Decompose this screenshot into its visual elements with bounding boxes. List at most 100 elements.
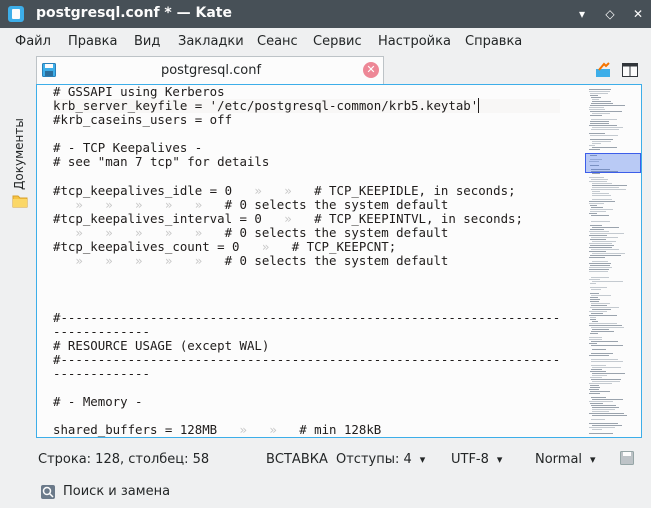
code-line[interactable]: ------------- (53, 366, 560, 381)
tab-marker: » (261, 210, 315, 226)
title-bar[interactable]: postgresql.conf * — Kate ▾ ◇ ✕ (0, 0, 651, 28)
menu-settings[interactable]: Настройка (378, 34, 451, 49)
code-line[interactable]: » » » » » # 0 selects the system default (53, 254, 560, 268)
code-line[interactable]: #---------------------------------------… (53, 310, 560, 325)
code-line[interactable]: #tcp_keepalives_interval = 0 » # TCP_KEE… (53, 210, 560, 226)
code-segment: # - Memory - (53, 394, 143, 410)
code-segment: # TCP_KEEPIDLE, in seconds; (314, 182, 516, 198)
tab-bar: postgresql.conf ✕ (36, 56, 651, 84)
encoding-dropdown[interactable]: UTF-8 ▾ (451, 452, 502, 467)
minimap-line (592, 373, 625, 374)
code-line[interactable]: #---------------------------------------… (53, 352, 560, 367)
code-line[interactable]: » » » » » # 0 selects the system default (53, 197, 560, 212)
menu-help[interactable]: Справка (465, 34, 522, 49)
input-mode[interactable]: ВСТАВКА (266, 452, 328, 467)
code-line-text: #tcp_keepalives_idle = 0 » » # TCP_KEEPI… (53, 183, 516, 198)
minimap-line (589, 325, 622, 326)
code-line[interactable]: # see "man 7 tcp" for details (53, 155, 560, 169)
menu-bookmarks[interactable]: Закладки (178, 34, 244, 49)
minimap-line (591, 179, 608, 180)
tab-marker: » » » » » (53, 253, 225, 269)
code-line-text: #tcp_keepalives_count = 0 » # TCP_KEEPCN… (53, 239, 396, 254)
code-line[interactable] (53, 409, 560, 423)
close-tab-icon[interactable]: ✕ (363, 62, 379, 78)
kate-app-icon[interactable] (8, 6, 24, 22)
code-line[interactable]: # RESOURCE USAGE (except WAL) (53, 337, 560, 353)
code-segment: #tcp_keepalives_idle = 0 (53, 182, 233, 198)
code-segment: ------------- (53, 323, 150, 339)
code-line[interactable]: #krb_caseins_users = off (53, 113, 560, 127)
menu-tools[interactable]: Сервис (313, 34, 362, 49)
minimap-line (589, 393, 600, 394)
chevron-down-icon: ▾ (590, 453, 596, 466)
tab-postgresql-conf[interactable]: postgresql.conf ✕ (36, 56, 384, 84)
minimap-line (590, 265, 610, 266)
code-line-text: shared_buffers = 128MB » » # min 128kB (53, 422, 381, 437)
minimap-line (592, 415, 627, 416)
menu-edit[interactable]: Правка (68, 34, 117, 49)
minimap-line (592, 147, 617, 148)
chevron-down-icon: ▾ (419, 453, 426, 466)
minimap-line (590, 245, 614, 246)
minimap-line (590, 385, 599, 386)
code-line[interactable]: » » » » » # 0 selects the system default (53, 224, 560, 240)
menu-file[interactable]: Файл (15, 34, 51, 49)
code-editor[interactable]: # GSSAPI using Kerberos krb_server_keyfil… (36, 84, 642, 438)
code-segment: # RESOURCE USAGE (except WAL) (53, 337, 270, 353)
highlight-label: Normal (535, 452, 583, 467)
menu-view[interactable]: Вид (134, 34, 160, 49)
minimap-line (592, 193, 609, 194)
code-segment: # GSSAPI using Kerberos (53, 84, 225, 99)
search-replace-button[interactable]: Поиск и замена (63, 484, 170, 499)
minimap-viewport[interactable] (585, 153, 641, 173)
minimap-line (589, 423, 618, 424)
indent-dropdown[interactable]: Отступы: 4 ▾ (336, 452, 425, 467)
menu-session[interactable]: Сеанс (257, 34, 298, 49)
code-line[interactable]: #tcp_keepalives_count = 0 » # TCP_KEEPCN… (53, 239, 560, 254)
code-line[interactable] (53, 127, 560, 141)
minimap-line (589, 337, 602, 338)
highlight-dropdown[interactable]: Normal ▾ (535, 452, 596, 467)
code-line[interactable]: # - TCP Keepalives - (53, 141, 560, 155)
minimap-line (590, 333, 598, 334)
code-segment: #krb_caseins_users = off (53, 112, 233, 128)
split-view-icon[interactable] (621, 61, 639, 79)
minimap-line (592, 173, 600, 174)
minimize-icon[interactable]: ▾ (575, 7, 589, 21)
minimap-line (591, 313, 603, 314)
code-line[interactable]: # - Memory - (53, 395, 560, 409)
code-line[interactable] (53, 268, 560, 282)
code-line[interactable]: » » » » » # (change requires restart) (75, 437, 426, 438)
code-line[interactable]: ------------- (53, 323, 560, 339)
minimap-line (590, 211, 606, 212)
code-line[interactable]: # GSSAPI using Kerberos (53, 85, 560, 99)
code-line[interactable] (53, 282, 560, 296)
documents-tab[interactable]: Документы (12, 118, 28, 190)
minimap[interactable] (585, 85, 641, 438)
cursor-position[interactable]: Строка: 128, столбец: 58 (38, 452, 209, 467)
code-line[interactable]: shared_buffers = 128MB » » # min 128kB (53, 423, 560, 437)
folder-icon[interactable] (12, 194, 28, 208)
minimap-line (589, 91, 610, 92)
code-text[interactable]: # GSSAPI using Kerberos krb_server_keyfil… (53, 85, 561, 438)
code-segment: # min 128kB (299, 422, 382, 438)
minimap-line (592, 185, 627, 186)
code-line[interactable]: krb_server_keyfile = '/etc/postgresql-co… (53, 98, 561, 114)
minimap-line (592, 399, 623, 400)
tab-marker: » » » » » (53, 224, 225, 240)
minimap-line (590, 255, 621, 256)
minimap-line (590, 317, 596, 318)
quick-open-icon[interactable] (594, 61, 612, 79)
search-replace-icon[interactable] (40, 484, 56, 500)
code-line[interactable]: #tcp_keepalives_idle = 0 » » # TCP_KEEPI… (53, 183, 560, 198)
save-status-icon[interactable] (620, 451, 634, 465)
maximize-icon[interactable]: ◇ (603, 7, 617, 21)
menu-bar: Файл Правка Вид Закладки Сеанс Сервис На… (0, 28, 651, 54)
close-window-icon[interactable]: ✕ (631, 7, 645, 21)
code-line[interactable] (53, 296, 560, 310)
minimap-line (591, 277, 609, 278)
code-segment: #tcp_keepalives_count = 0 (53, 239, 240, 255)
minimap-line (592, 195, 611, 196)
code-line[interactable] (53, 170, 560, 184)
code-line[interactable] (53, 381, 560, 395)
